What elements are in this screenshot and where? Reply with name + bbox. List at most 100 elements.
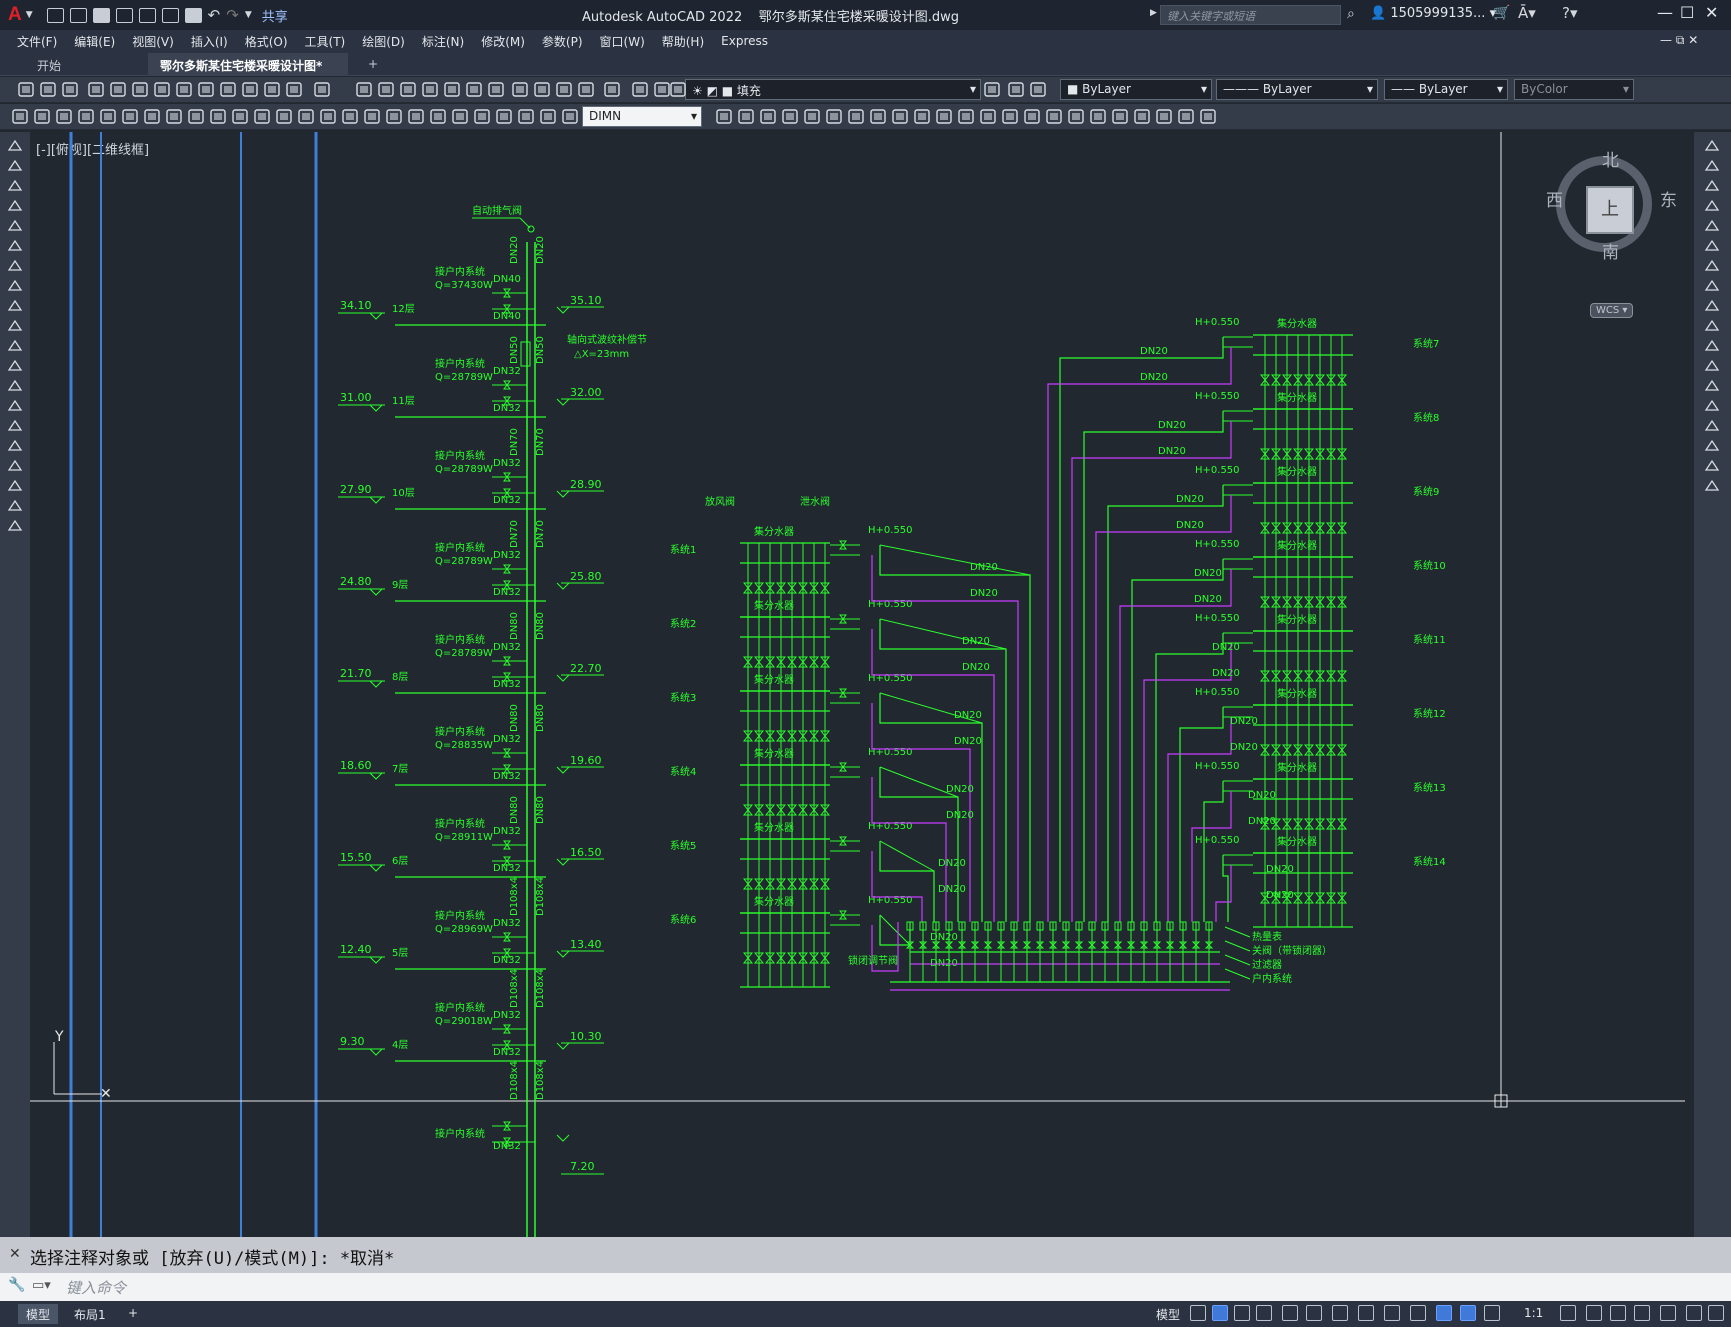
status-toggle-17-icon[interactable] xyxy=(1660,1305,1676,1321)
std-tool-1-icon[interactable] xyxy=(40,82,56,97)
draw-tool-12-icon[interactable] xyxy=(7,378,23,393)
draw-tool-14-icon[interactable] xyxy=(7,418,23,433)
dim-tool-icon[interactable] xyxy=(254,109,270,124)
std-tool-0-icon[interactable] xyxy=(18,82,34,97)
status-toggle-14-icon[interactable] xyxy=(1586,1305,1602,1321)
modify-tool-4-icon[interactable] xyxy=(1704,218,1720,233)
command-line[interactable]: 键入命令 xyxy=(0,1273,1731,1301)
draw-tool-9-icon[interactable] xyxy=(7,318,23,333)
modify-tool-15-icon[interactable] xyxy=(1704,438,1720,453)
linetype-dropdown[interactable]: ——— ByLayer ▾ xyxy=(1216,79,1378,100)
maximize-button[interactable]: ☐ xyxy=(1680,3,1694,22)
search-icon[interactable]: ⌕ xyxy=(1347,6,1355,22)
modify-tool-icon[interactable] xyxy=(1134,109,1150,124)
close-button[interactable]: ✕ xyxy=(1705,3,1718,22)
modify-tool-2-icon[interactable] xyxy=(1704,178,1720,193)
draw-tool-2-icon[interactable] xyxy=(7,178,23,193)
modify-tool-5-icon[interactable] xyxy=(1704,238,1720,253)
dim-tool-icon[interactable] xyxy=(562,109,578,124)
status-toggle-8-icon[interactable] xyxy=(1384,1305,1400,1321)
status-toggle-12-icon[interactable] xyxy=(1484,1305,1500,1321)
save-as-icon[interactable] xyxy=(115,7,133,23)
menu-item[interactable]: 参数(P) xyxy=(542,33,583,50)
modify-tool-icon[interactable] xyxy=(716,109,732,124)
share-button[interactable]: 共享 xyxy=(262,6,288,25)
std-tool-12-icon[interactable] xyxy=(286,82,302,97)
std-tool-10-icon[interactable] xyxy=(242,82,258,97)
draw-tool-16-icon[interactable] xyxy=(7,458,23,473)
modify-tool-13-icon[interactable] xyxy=(1704,398,1720,413)
modify-tool-6-icon[interactable] xyxy=(1704,258,1720,273)
status-toggle-10-icon[interactable] xyxy=(1436,1305,1452,1321)
draw-tool-8-icon[interactable] xyxy=(7,298,23,313)
annotation-scale[interactable]: 1:1 xyxy=(1516,1304,1551,1324)
std-tool-2-icon[interactable] xyxy=(62,82,78,97)
modify-tool-icon[interactable] xyxy=(892,109,908,124)
modify-tool-icon[interactable] xyxy=(1068,109,1084,124)
model-tab[interactable]: 模型 xyxy=(18,1304,59,1324)
tool-12-icon[interactable] xyxy=(604,82,620,97)
modify-tool-icon[interactable] xyxy=(1046,109,1062,124)
layout1-tab[interactable]: 布局1 xyxy=(66,1304,114,1324)
dim-tool-icon[interactable] xyxy=(408,109,424,124)
viewcube-top-face[interactable]: 上 xyxy=(1586,186,1634,234)
modify-tool-10-icon[interactable] xyxy=(1704,338,1720,353)
save-icon[interactable] xyxy=(92,7,110,23)
plotstyle-dropdown[interactable]: ByColor ▾ xyxy=(1514,79,1634,100)
tab-start[interactable]: 开始 xyxy=(25,53,145,76)
modify-tool-icon[interactable] xyxy=(1156,109,1172,124)
dim-tool-icon[interactable] xyxy=(430,109,446,124)
dim-tool-icon[interactable] xyxy=(122,109,138,124)
search-arrow-icon[interactable]: ▶ xyxy=(1150,8,1157,18)
status-toggle-15-icon[interactable] xyxy=(1610,1305,1626,1321)
lineweight-dropdown[interactable]: —— ByLayer ▾ xyxy=(1384,79,1508,100)
std-tool-11-icon[interactable] xyxy=(264,82,280,97)
draw-tool-5-icon[interactable] xyxy=(7,238,23,253)
modify-tool-9-icon[interactable] xyxy=(1704,318,1720,333)
open-icon[interactable] xyxy=(69,7,87,23)
modify-tool-7-icon[interactable] xyxy=(1704,278,1720,293)
tool-13-icon[interactable] xyxy=(632,82,648,97)
draw-tool-0-icon[interactable] xyxy=(7,138,23,153)
modify-tool-icon[interactable] xyxy=(980,109,996,124)
dim-tool-icon[interactable] xyxy=(12,109,28,124)
dim-tool-icon[interactable] xyxy=(144,109,160,124)
tool-0-icon[interactable] xyxy=(314,82,330,97)
draw-tool-13-icon[interactable] xyxy=(7,398,23,413)
status-toggle-9-icon[interactable] xyxy=(1410,1305,1426,1321)
dim-tool-icon[interactable] xyxy=(34,109,50,124)
modify-tool-16-icon[interactable] xyxy=(1704,458,1720,473)
tool-4-icon[interactable] xyxy=(422,82,438,97)
menu-item[interactable]: 窗口(W) xyxy=(600,33,645,50)
modify-tool-0-icon[interactable] xyxy=(1704,138,1720,153)
menu-item[interactable]: 插入(I) xyxy=(191,33,228,50)
tool-7-icon[interactable] xyxy=(488,82,504,97)
modify-tool-icon[interactable] xyxy=(760,109,776,124)
status-toggle-7-icon[interactable] xyxy=(1358,1305,1374,1321)
color-dropdown[interactable]: ■ ByLayer ▾ xyxy=(1060,79,1212,100)
compass-west[interactable]: 西 xyxy=(1546,186,1563,211)
export-icon[interactable] xyxy=(161,7,179,23)
dimstyle-dropdown[interactable]: DIMN ▾ xyxy=(582,106,702,127)
modify-tool-icon[interactable] xyxy=(1002,109,1018,124)
doc-window-controls[interactable]: — ⧉ ✕ xyxy=(1660,33,1698,48)
add-layout-button[interactable]: + xyxy=(120,1304,146,1324)
tool-2-icon[interactable] xyxy=(378,82,394,97)
close-command-icon[interactable]: ✕ xyxy=(9,1246,21,1262)
draw-tool-6-icon[interactable] xyxy=(7,258,23,273)
status-toggle-0-icon[interactable] xyxy=(1190,1305,1206,1321)
dim-tool-icon[interactable] xyxy=(166,109,182,124)
std-tool-8-icon[interactable] xyxy=(198,82,214,97)
dim-tool-icon[interactable] xyxy=(232,109,248,124)
status-toggle-11-icon[interactable] xyxy=(1460,1305,1476,1321)
command-prompt-icon[interactable]: ▭▾ xyxy=(32,1278,51,1293)
menu-item[interactable]: 文件(F) xyxy=(17,33,57,50)
dim-tool-icon[interactable] xyxy=(276,109,292,124)
draw-tool-4-icon[interactable] xyxy=(7,218,23,233)
menu-item[interactable]: Express xyxy=(721,34,768,48)
modify-tool-icon[interactable] xyxy=(848,109,864,124)
dim-tool-icon[interactable] xyxy=(188,109,204,124)
dim-tool-icon[interactable] xyxy=(100,109,116,124)
status-toggle-4-icon[interactable] xyxy=(1282,1305,1298,1321)
dim-tool-icon[interactable] xyxy=(298,109,314,124)
